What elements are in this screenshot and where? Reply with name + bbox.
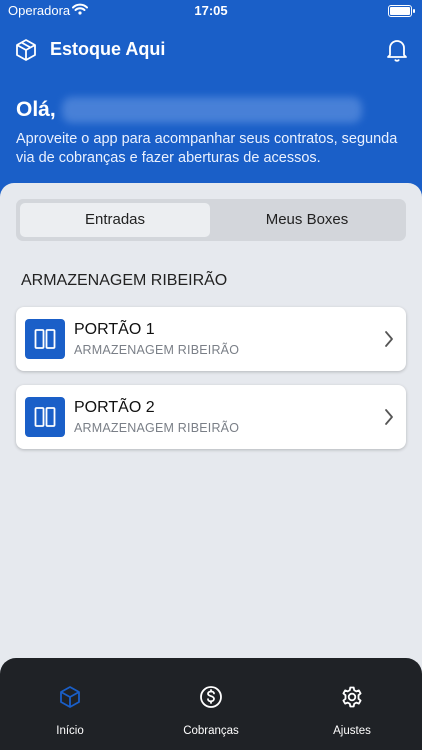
cube-icon: [14, 38, 38, 67]
chevron-right-icon: [384, 408, 394, 431]
chevron-right-icon: [384, 330, 394, 353]
greeting: Olá,: [16, 98, 56, 121]
status-bar: Operadora 17:05: [0, 0, 422, 22]
bell-icon[interactable]: [386, 38, 408, 67]
header: Operadora 17:05 Estoque Aqui Olá, Aprove…: [0, 0, 422, 205]
gate-subtitle: ARMAZENAGEM RIBEIRÃO: [74, 343, 240, 357]
gate-title: PORTÃO 2: [74, 399, 155, 416]
tab-meus-boxes[interactable]: Meus Boxes: [212, 203, 402, 237]
welcome-subtitle: Aproveite o app para acompanhar seus con…: [16, 131, 398, 166]
top-bar: Estoque Aqui: [0, 36, 422, 64]
section-title: ARMAZENAGEM RIBEIRÃO: [21, 272, 228, 289]
gate-subtitle: ARMAZENAGEM RIBEIRÃO: [74, 421, 240, 435]
gate-icon: [25, 397, 65, 437]
blurred-user-name: [62, 97, 362, 123]
app-title: Estoque Aqui: [50, 39, 166, 59]
nav-inicio[interactable]: Início: [0, 685, 140, 737]
bottom-nav: Início Cobranças Ajustes: [0, 658, 422, 750]
nav-ajustes[interactable]: Ajustes: [282, 685, 422, 737]
gate-card-2[interactable]: PORTÃO 2 ARMAZENAGEM RIBEIRÃO: [16, 385, 406, 449]
tab-entradas[interactable]: Entradas: [20, 203, 210, 237]
status-time: 17:05: [194, 3, 228, 18]
nav-label: Início: [56, 725, 84, 737]
gear-icon: [340, 686, 364, 713]
segmented-control: Entradas Meus Boxes: [16, 199, 406, 241]
cube-icon: [58, 686, 82, 713]
nav-label: Ajustes: [333, 725, 371, 737]
battery-icon: [388, 5, 415, 17]
dollar-circle-icon: [199, 686, 223, 713]
gate-icon: [25, 319, 65, 359]
gate-title: PORTÃO 1: [74, 321, 155, 338]
nav-cobrancas[interactable]: Cobranças: [141, 685, 281, 737]
gate-card-1[interactable]: PORTÃO 1 ARMAZENAGEM RIBEIRÃO: [16, 307, 406, 371]
nav-label: Cobranças: [183, 725, 239, 737]
